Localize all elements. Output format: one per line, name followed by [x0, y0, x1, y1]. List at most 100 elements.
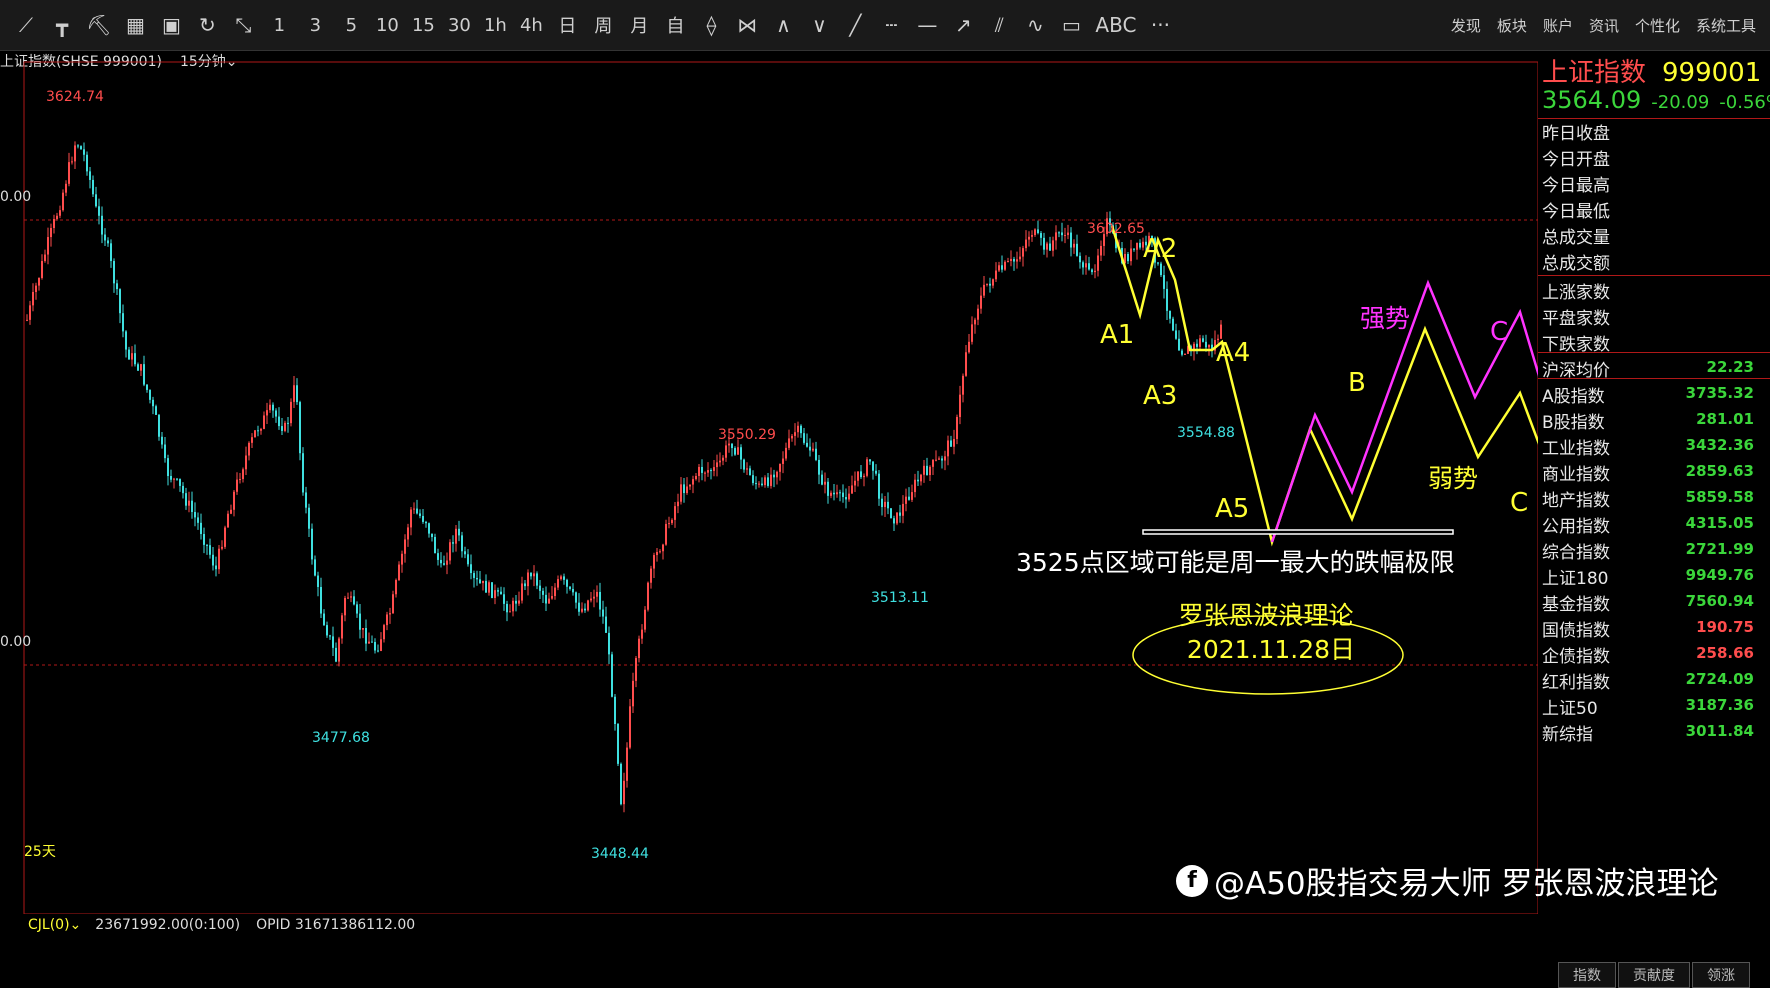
- period-button[interactable]: 1h: [477, 0, 513, 50]
- tool-trend-icon[interactable]: ⤡: [225, 0, 261, 50]
- tool-parallel-icon[interactable]: ⫽: [981, 0, 1017, 50]
- candle-body: [386, 614, 388, 626]
- tool-ray-icon[interactable]: ↗: [945, 0, 981, 50]
- candle-body: [1160, 263, 1162, 276]
- tool-text-icon[interactable]: ABC: [1089, 0, 1142, 50]
- period-button[interactable]: 月: [621, 0, 657, 50]
- candle-body: [635, 658, 637, 681]
- tool-diamond-icon[interactable]: ⟠: [693, 0, 729, 50]
- index-row-label: 上证50: [1542, 699, 1598, 719]
- candle-body: [254, 430, 256, 438]
- candle-body: [296, 385, 298, 403]
- weibo-logo-icon: f: [1176, 864, 1208, 897]
- candle-body: [1097, 255, 1099, 271]
- candle-body: [341, 615, 343, 639]
- candle-body: [419, 513, 421, 516]
- candle-body: [392, 594, 394, 614]
- candle-body: [92, 179, 94, 195]
- candle-body: [1166, 288, 1168, 311]
- tool-more-icon[interactable]: ···: [1142, 0, 1178, 50]
- menu-item[interactable]: 个性化: [1627, 0, 1688, 50]
- candle-body: [326, 625, 328, 636]
- tool-rect-icon[interactable]: ▭: [1053, 0, 1089, 50]
- candle-body: [1199, 338, 1201, 347]
- candle-body: [449, 542, 451, 561]
- tool-wave-icon[interactable]: ∿: [1017, 0, 1053, 50]
- candle-body: [191, 500, 193, 512]
- tool-save-icon[interactable]: ▣: [153, 0, 189, 50]
- period-button[interactable]: 1: [261, 0, 297, 50]
- candle-body: [161, 436, 163, 445]
- wave-label: A1: [1100, 320, 1134, 350]
- candle-body: [755, 483, 757, 485]
- period-button[interactable]: 周: [585, 0, 621, 50]
- candle-body: [404, 539, 406, 554]
- tool-up-chevron-icon[interactable]: ∧: [765, 0, 801, 50]
- panel-tab[interactable]: 领涨: [1692, 962, 1750, 988]
- strong-label: 强势: [1360, 304, 1410, 333]
- index-name: 上证指数: [1542, 58, 1647, 88]
- candle-body: [266, 410, 268, 416]
- candle-body: [500, 591, 502, 595]
- candle-body: [233, 491, 235, 510]
- candle-body: [761, 483, 763, 486]
- candle-body: [380, 639, 382, 651]
- tool-draw-icon[interactable]: ⛏: [80, 0, 117, 50]
- stat-label: 总成交量: [1542, 228, 1610, 248]
- tool-horizontal-icon[interactable]: —: [909, 0, 945, 50]
- candle-body: [350, 596, 352, 598]
- period-button[interactable]: 自: [657, 0, 693, 50]
- candle-body: [1025, 239, 1027, 249]
- candle-body: [1028, 236, 1030, 240]
- candle-body: [302, 453, 304, 493]
- candle-body: [1184, 353, 1186, 355]
- period-button[interactable]: 5: [333, 0, 369, 50]
- support-note: 3525点区域可能是周一最大的跌幅极限: [1016, 548, 1455, 577]
- menu-item[interactable]: 资讯: [1581, 0, 1627, 50]
- candle-body: [992, 279, 994, 286]
- period-button[interactable]: 日: [549, 0, 585, 50]
- tool-down-chevron-icon[interactable]: ∨: [801, 0, 837, 50]
- panel-tab[interactable]: 指数: [1558, 962, 1616, 988]
- tool-grid-icon[interactable]: ▦: [117, 0, 153, 50]
- menu-item[interactable]: 系统工具: [1688, 0, 1764, 50]
- candle-body: [593, 596, 595, 599]
- candle-body: [245, 455, 247, 470]
- candle-body: [743, 459, 745, 470]
- candle-body: [1007, 260, 1009, 262]
- candle-body: [611, 654, 613, 697]
- tool-dash-line-icon[interactable]: ┄: [873, 0, 909, 50]
- candle-body: [1196, 343, 1198, 347]
- period-button[interactable]: 3: [297, 0, 333, 50]
- period-button[interactable]: 15: [405, 0, 441, 50]
- menu-item[interactable]: 板块: [1489, 0, 1535, 50]
- candle-body: [899, 512, 901, 516]
- candle-body: [980, 295, 982, 309]
- top-toolbar: ⟋ ┳ ⛏ ▦ ▣ ↻ ⤡ 1 3 5 10 15 30 1h 4h 日周月自 ⟠ ⋈ ∧ ∨ ╱ ┄ — ↗ ⫽ ∿ ▭ ABC ··…: [0, 0, 1770, 51]
- period-button[interactable]: 30: [441, 0, 477, 50]
- candlestick-chart[interactable]: 0.00 0.00 25天 3624.74 3550.29 3602.65 3477.68 3…: [0, 50, 1538, 914]
- y-tick-lower: 0.00: [0, 634, 31, 650]
- menu-item[interactable]: 账户: [1535, 0, 1581, 50]
- panel-tab[interactable]: 贡献度: [1618, 962, 1690, 988]
- candle-body: [1094, 270, 1096, 273]
- tool-segment-icon[interactable]: ╱: [837, 0, 873, 50]
- tool-cross-icon[interactable]: ┳: [44, 0, 80, 50]
- indicator-selector[interactable]: CJL(0)⌄: [28, 917, 81, 933]
- candle-body: [251, 437, 253, 443]
- tool-bowtie-icon[interactable]: ⋈: [729, 0, 765, 50]
- menu-item[interactable]: 发现: [1443, 0, 1489, 50]
- tool-refresh-icon[interactable]: ↻: [189, 0, 225, 50]
- candle-body: [152, 399, 154, 407]
- candle-body: [200, 522, 202, 535]
- candle-body: [662, 544, 664, 552]
- candle-body: [329, 635, 331, 637]
- candle-body: [1130, 248, 1132, 262]
- index-row-label: 企债指数: [1542, 647, 1610, 667]
- period-button[interactable]: 4h: [513, 0, 549, 50]
- tool-line-icon[interactable]: ⟋: [8, 0, 44, 50]
- candle-body: [122, 313, 124, 332]
- period-button[interactable]: 10: [369, 0, 405, 50]
- candle-body: [653, 555, 655, 569]
- candle-body: [170, 476, 172, 480]
